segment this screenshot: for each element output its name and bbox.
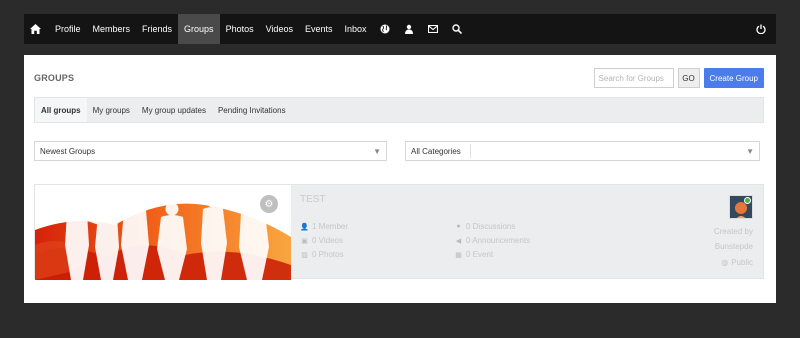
create-group-button[interactable]: Create Group: [703, 68, 764, 88]
nav-friends[interactable]: Friends: [136, 14, 178, 44]
nav-inbox[interactable]: Inbox: [338, 14, 372, 44]
nav-members[interactable]: Members: [87, 14, 137, 44]
page-title: GROUPS: [34, 73, 75, 83]
photos-count: ▨ 0 Photos: [300, 250, 344, 259]
tab-pending-invitations[interactable]: Pending Invitations: [212, 98, 292, 122]
announcements-count: ◀ 0 Announcements: [454, 236, 530, 245]
created-by-label: Created by: [713, 227, 753, 236]
home-button[interactable]: [24, 14, 49, 44]
online-status-dot: [744, 197, 751, 204]
tab-my-groups[interactable]: My groups: [87, 98, 136, 122]
mail-icon[interactable]: [421, 14, 445, 44]
power-icon[interactable]: [749, 14, 776, 44]
members-count-text: 1 Member: [312, 222, 349, 231]
home-icon: [30, 24, 41, 34]
header-actions: GO Create Group: [593, 68, 764, 88]
group-search-input[interactable]: [593, 68, 674, 88]
globe-icon[interactable]: [373, 14, 397, 44]
privacy-status: ◍ Public: [721, 258, 753, 267]
main-panel: GROUPS GO Create Group All groups My gro…: [24, 55, 776, 303]
video-icon: ▣: [301, 237, 308, 245]
nav-profile[interactable]: Profile: [49, 14, 87, 44]
members-count: 👤 1 Member: [300, 222, 348, 231]
search-icon[interactable]: [445, 14, 469, 44]
events-count-text: 0 Event: [466, 250, 494, 259]
select-divider: [470, 144, 471, 158]
sort-select-value: Newest Groups: [40, 146, 96, 156]
privacy-text: Public: [731, 258, 753, 267]
friend-request-icon[interactable]: [397, 14, 421, 44]
announcements-count-text: 0 Announcements: [466, 236, 531, 245]
photos-count-text: 0 Photos: [312, 250, 344, 259]
filters: Newest Groups ▼ All Categories ▼: [34, 141, 760, 161]
discussions-count-text: 0 Discussions: [466, 222, 516, 231]
group-cover-image[interactable]: ⚙: [35, 185, 291, 280]
go-button[interactable]: GO: [677, 68, 700, 88]
group-card[interactable]: ⚙ TEST 👤 1 Member ▣ 0 Videos ▨ 0 Photos …: [34, 184, 764, 280]
tab-all-groups[interactable]: All groups: [35, 98, 87, 122]
category-select-value: All Categories: [411, 146, 461, 156]
chevron-down-icon: ▼: [373, 147, 381, 156]
panel-header: GROUPS GO Create Group: [34, 67, 764, 89]
calendar-icon: ▦: [455, 251, 462, 259]
videos-count: ▣ 0 Videos: [300, 236, 343, 245]
group-tabs: All groups My groups My group updates Pe…: [34, 97, 764, 123]
gear-icon[interactable]: ⚙: [260, 195, 278, 213]
discussion-icon: ●: [456, 223, 461, 230]
category-select[interactable]: All Categories ▼: [405, 141, 760, 161]
nav-groups[interactable]: Groups: [178, 14, 220, 44]
members-icon: 👤: [300, 223, 309, 231]
events-count: ▦ 0 Event: [454, 250, 493, 259]
tab-my-group-updates[interactable]: My group updates: [136, 98, 212, 122]
videos-count-text: 0 Videos: [312, 236, 343, 245]
creator-name[interactable]: Bunstepde: [715, 242, 753, 251]
megaphone-icon: ◀: [455, 237, 462, 245]
nav-events[interactable]: Events: [299, 14, 339, 44]
discussions-count: ● 0 Discussions: [454, 222, 515, 231]
top-navbar: Profile Members Friends Groups Photos Vi…: [24, 14, 776, 44]
photo-icon: ▨: [301, 251, 308, 259]
nav-photos[interactable]: Photos: [220, 14, 260, 44]
avatar[interactable]: [729, 195, 753, 219]
chevron-down-icon: ▼: [746, 147, 754, 156]
globe-icon: ◍: [721, 258, 729, 267]
group-name[interactable]: TEST: [300, 194, 326, 205]
sort-select[interactable]: Newest Groups ▼: [34, 141, 387, 161]
nav-videos[interactable]: Videos: [260, 14, 299, 44]
